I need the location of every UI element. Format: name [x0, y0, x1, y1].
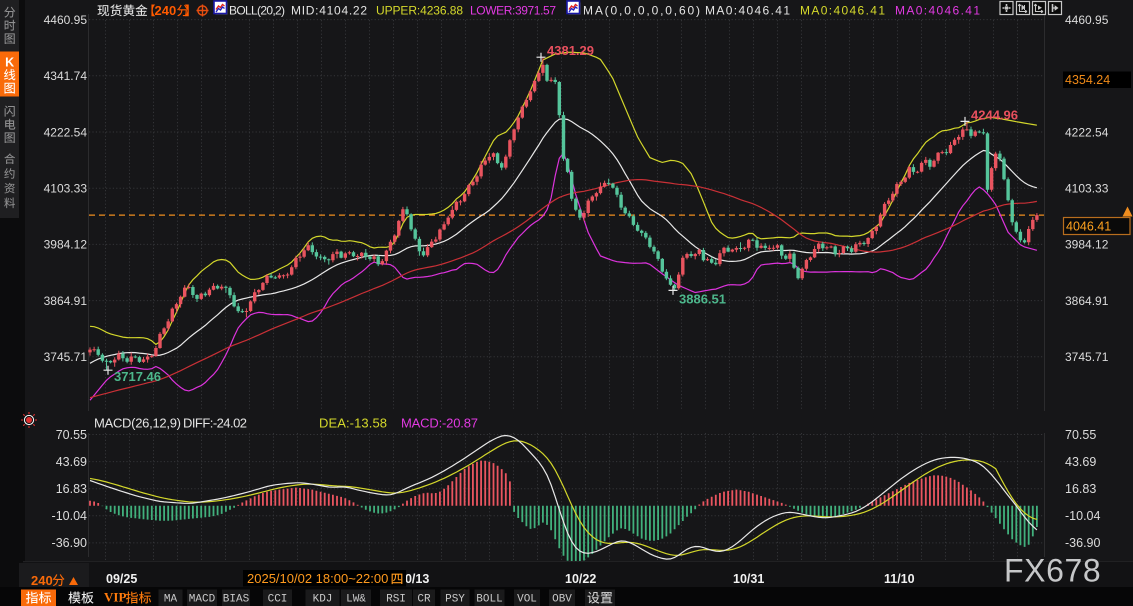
- svg-text:4244.96: 4244.96: [971, 107, 1018, 122]
- svg-text:3864.91: 3864.91: [44, 294, 88, 308]
- svg-text:4460.95: 4460.95: [1065, 13, 1109, 27]
- svg-text:MA(0,0,0,0,0,60): MA(0,0,0,0,0,60): [583, 4, 700, 18]
- svg-text:4046.41: 4046.41: [1066, 220, 1111, 234]
- svg-text:240: 240: [155, 3, 177, 18]
- svg-text:4103.33: 4103.33: [44, 182, 88, 196]
- svg-text:3864.91: 3864.91: [1065, 294, 1109, 308]
- svg-text:MA0:4046.41: MA0:4046.41: [800, 4, 885, 18]
- svg-text:FX678: FX678: [1004, 553, 1101, 589]
- svg-text:4460.95: 4460.95: [44, 13, 88, 27]
- svg-text:4222.54: 4222.54: [1065, 125, 1109, 139]
- svg-text:4381.29: 4381.29: [547, 43, 594, 58]
- svg-text:3984.12: 3984.12: [44, 238, 88, 252]
- svg-text:3984.12: 3984.12: [1065, 238, 1109, 252]
- svg-text:MID:4104.22: MID:4104.22: [291, 4, 367, 18]
- svg-text:70.55: 70.55: [56, 428, 87, 442]
- svg-text:10/31: 10/31: [733, 572, 764, 586]
- svg-text:CCI: CCI: [268, 594, 288, 606]
- svg-text:10/22: 10/22: [565, 572, 596, 586]
- svg-text:BOLL(20,2): BOLL(20,2): [229, 4, 285, 18]
- svg-text:4354.24: 4354.24: [1065, 73, 1110, 87]
- svg-text:70.55: 70.55: [1065, 428, 1096, 442]
- svg-text:-10.04: -10.04: [52, 509, 87, 523]
- svg-text:CR: CR: [417, 594, 431, 606]
- svg-text:16.83: 16.83: [1065, 482, 1096, 496]
- svg-text:VOL: VOL: [517, 594, 537, 606]
- svg-text:PSY: PSY: [445, 594, 465, 606]
- svg-text:3886.51: 3886.51: [679, 291, 726, 306]
- svg-text:4341.74: 4341.74: [44, 69, 88, 83]
- svg-text:BIAS: BIAS: [223, 594, 250, 606]
- svg-text:-36.90: -36.90: [52, 536, 87, 550]
- svg-text:43.69: 43.69: [1065, 455, 1096, 469]
- svg-text:K: K: [5, 56, 14, 70]
- svg-text:UPPER:4236.88: UPPER:4236.88: [376, 4, 463, 18]
- svg-text:3717.46: 3717.46: [114, 369, 161, 384]
- svg-text:MA0:4046.41: MA0:4046.41: [895, 4, 980, 18]
- svg-text:16.83: 16.83: [56, 482, 87, 496]
- svg-text:LW&: LW&: [346, 594, 366, 606]
- svg-text:240: 240: [31, 573, 53, 588]
- svg-text:-10.04: -10.04: [1065, 509, 1100, 523]
- svg-text:-36.90: -36.90: [1065, 536, 1100, 550]
- svg-text:DIFF:-24.02: DIFF:-24.02: [183, 416, 247, 431]
- svg-text:MACD:-20.87: MACD:-20.87: [401, 416, 478, 431]
- svg-text:3745.71: 3745.71: [44, 350, 88, 364]
- svg-text:MA: MA: [164, 594, 178, 606]
- svg-text:KDJ: KDJ: [313, 594, 333, 606]
- svg-text:09/25: 09/25: [106, 572, 137, 586]
- svg-text:11/10: 11/10: [884, 572, 915, 586]
- svg-text:43.69: 43.69: [56, 455, 87, 469]
- svg-text:MACD(26,12,9): MACD(26,12,9): [94, 416, 181, 431]
- svg-text:MA0:4046.41: MA0:4046.41: [705, 4, 790, 18]
- svg-text:VIP: VIP: [104, 590, 126, 605]
- svg-text:MACD: MACD: [189, 594, 216, 606]
- svg-text:RSI: RSI: [386, 594, 406, 606]
- svg-text:BOLL: BOLL: [476, 594, 502, 606]
- svg-text:OBV: OBV: [552, 594, 572, 606]
- svg-text:DEA:-13.58: DEA:-13.58: [319, 416, 387, 431]
- svg-text:4222.54: 4222.54: [44, 125, 88, 139]
- svg-text:3745.71: 3745.71: [1065, 350, 1109, 364]
- svg-text:4103.33: 4103.33: [1065, 182, 1109, 196]
- svg-text:2025/10/02 18:00~22:00: 2025/10/02 18:00~22:00: [247, 571, 388, 586]
- svg-text:LOWER:3971.57: LOWER:3971.57: [470, 4, 556, 18]
